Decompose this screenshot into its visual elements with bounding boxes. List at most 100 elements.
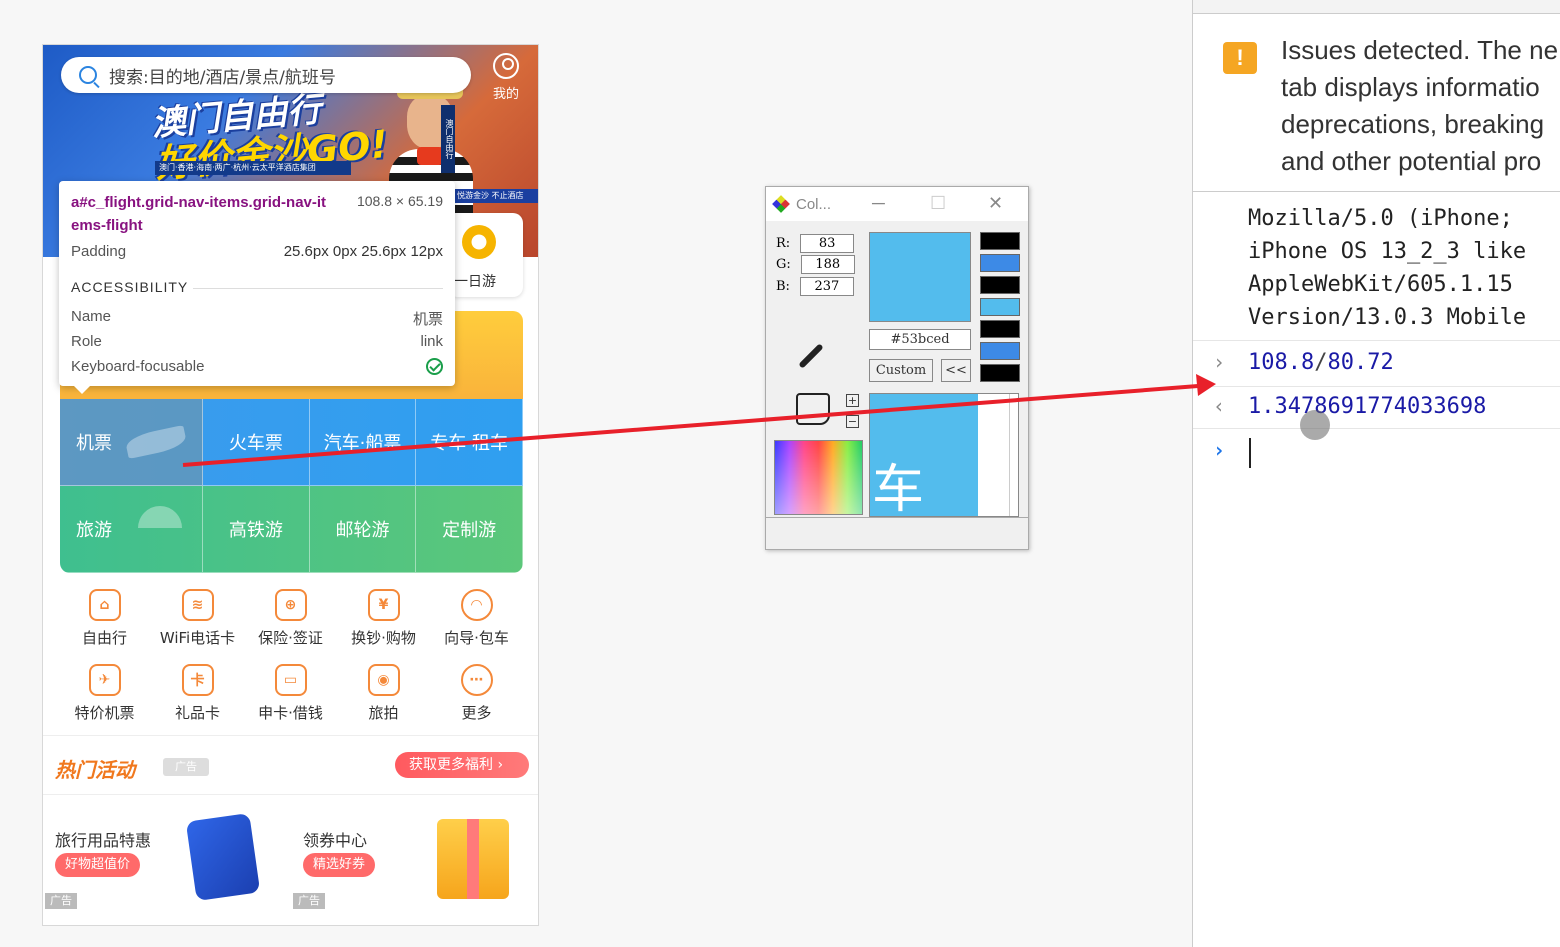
grid-nav-travel[interactable]: 旅游 <box>60 486 203 573</box>
red-input[interactable]: 83 <box>800 234 855 253</box>
sun-icon <box>462 225 496 259</box>
blue-field: B: 237 <box>776 277 854 296</box>
promo-card-coupons[interactable]: 领券中心 精选好券 广告 <box>291 797 538 917</box>
user-icon <box>493 53 519 79</box>
current-color-swatch <box>869 232 971 322</box>
collapse-button[interactable]: << <box>941 359 971 382</box>
window-title: Col... <box>796 195 832 213</box>
more-icon: ⋯ <box>460 664 493 696</box>
hex-input[interactable]: #53bced <box>869 329 971 350</box>
promo-cards: 旅行用品特惠 好物超值价 广告 领券中心 精选好券 广告 <box>43 797 538 917</box>
wifi-card-icon: ≋ <box>181 589 214 621</box>
prompt-icon: › <box>1213 438 1226 462</box>
shield-icon: ⊕ <box>274 589 307 621</box>
history-swatch[interactable] <box>980 254 1020 272</box>
search-placeholder: 搜索:目的地/酒店/景点/航班号 <box>109 67 336 88</box>
mine-button[interactable]: 我的 <box>483 53 529 102</box>
service-credit-loan[interactable]: ▭ 申卡·借钱 <box>244 664 337 723</box>
service-exchange-shopping[interactable]: ¥ 换钞·购物 <box>337 589 430 648</box>
grid-nav-custom-tour[interactable]: 定制游 <box>416 486 523 573</box>
gift-card-icon: 卡 <box>181 664 214 696</box>
accessibility-heading: ACCESSIBILITY <box>71 279 189 295</box>
console-toolbar <box>1193 0 1560 14</box>
zoom-in-icon[interactable]: + <box>846 394 859 407</box>
minimize-icon[interactable]: ─ <box>872 193 885 214</box>
day-tour-card[interactable]: 一日游 <box>448 213 523 297</box>
divider <box>1193 386 1560 387</box>
service-travel-photo[interactable]: ◉ 旅拍 <box>337 664 430 723</box>
grid-nav-train[interactable]: 火车票 <box>203 399 310 486</box>
divider <box>1193 428 1560 429</box>
umbrella-icon <box>138 506 182 528</box>
close-icon[interactable]: ✕ <box>988 193 1003 214</box>
banner-tag: 悦游金沙 不止酒店 <box>453 189 538 203</box>
element-dimensions: 108.8 × 65.19 <box>356 193 443 209</box>
app-logo-icon <box>772 195 790 213</box>
promo-card-travel-goods[interactable]: 旅行用品特惠 好物超值价 广告 <box>43 797 291 917</box>
history-swatch[interactable] <box>980 364 1020 382</box>
service-icons: ⌂ 自由行 ≋ WiFi电话卡 ⊕ 保险·签证 ¥ 换钞·购物 ◠ 向导·包车 ✈ 特价机票… <box>58 589 528 739</box>
service-free-travel[interactable]: ⌂ 自由行 <box>58 589 151 648</box>
history-swatch[interactable] <box>980 320 1020 338</box>
color-picker-titlebar[interactable]: Col... ─ ☐ ✕ <box>766 187 1028 221</box>
service-insurance-visa[interactable]: ⊕ 保险·签证 <box>244 589 337 648</box>
day-tour-label: 一日游 <box>454 274 496 290</box>
grid-nav-highspeed-tour[interactable]: 高铁游 <box>203 486 310 573</box>
service-wifi-card[interactable]: ≋ WiFi电话卡 <box>151 589 244 648</box>
status-bar <box>766 517 1028 549</box>
ad-badge: 广告 <box>163 758 209 776</box>
more-benefits-button[interactable]: 获取更多福利 › <box>395 752 529 778</box>
a11y-keyboard-row: Keyboard-focusable <box>71 358 443 375</box>
service-gift-card[interactable]: 卡礼品卡 <box>151 664 244 723</box>
gift-box-image <box>185 812 261 902</box>
credit-card-icon: ▭ <box>274 664 307 696</box>
green-field: G: 188 <box>776 255 855 274</box>
grid-nav-flight[interactable]: 机票 <box>60 399 203 486</box>
red-field: R: 83 <box>776 234 855 253</box>
chevron-left-icon: ‹ <box>1213 394 1226 418</box>
mobile-page-preview: 澳门自由行 好价金沙GO! 澳门·香港·海南·两广·杭州·云太平洋酒店集团 澳门… <box>42 44 539 926</box>
plane-icon: ✈ <box>88 664 121 696</box>
check-circle-icon <box>426 358 443 375</box>
service-more[interactable]: ⋯ 更多 <box>430 664 523 723</box>
history-swatch[interactable] <box>980 342 1020 360</box>
history-swatch[interactable] <box>980 276 1020 294</box>
hot-activities-title: 热门活动 <box>55 758 135 782</box>
service-guide-charter[interactable]: ◠ 向导·包车 <box>430 589 523 648</box>
divider <box>1193 340 1560 341</box>
gift-package-image <box>437 819 509 899</box>
banner-strip: 澳门·香港·海南·两广·杭州·云太平洋酒店集团 <box>155 161 351 175</box>
zoom-out-icon[interactable]: − <box>846 415 859 428</box>
grid-nav-car-rental[interactable]: 专车·租车 <box>416 399 523 486</box>
search-input[interactable]: 搜索:目的地/酒店/景点/航班号 <box>61 57 471 93</box>
eyedropper-icon[interactable] <box>796 339 826 369</box>
hot-activities-header: 热门活动 广告 获取更多福利 › <box>43 735 538 795</box>
issues-banner[interactable]: ! Issues detected. The ne tab displays i… <box>1193 14 1560 192</box>
issues-text: Issues detected. The ne tab displays inf… <box>1281 35 1559 176</box>
service-special-flights[interactable]: ✈ 特价机票 <box>58 664 151 723</box>
divider <box>193 288 443 289</box>
backpack-icon: ⌂ <box>88 589 121 621</box>
green-input[interactable]: 188 <box>800 255 855 274</box>
grid-nav-cruise[interactable]: 邮轮游 <box>309 486 417 573</box>
plane-icon <box>124 425 188 459</box>
grid-nav-bus-ship[interactable]: 汽车·船票 <box>309 399 417 486</box>
blue-input[interactable]: 237 <box>799 277 854 296</box>
history-swatch[interactable] <box>980 232 1020 250</box>
console-input[interactable] <box>1249 438 1251 468</box>
history-swatch[interactable] <box>980 298 1020 316</box>
color-palette[interactable] <box>774 440 863 515</box>
mouse-cursor <box>1300 410 1330 440</box>
guide-icon: ◠ <box>460 589 493 621</box>
magnifier-icon[interactable] <box>796 393 830 425</box>
maximize-icon[interactable]: ☐ <box>930 193 946 214</box>
padding-row: Padding 25.6px 0px 25.6px 12px <box>71 243 443 260</box>
custom-button[interactable]: Custom <box>869 359 933 382</box>
shopping-bag-icon: ¥ <box>367 589 400 621</box>
search-icon <box>79 66 97 84</box>
camera-icon: ◉ <box>367 664 400 696</box>
mine-label: 我的 <box>492 87 519 102</box>
color-picker-window: Col... ─ ☐ ✕ R: 83 G: 188 B: 237 #53bced… <box>765 186 1029 550</box>
devtools-console: ! Issues detected. The ne tab displays i… <box>1192 0 1560 947</box>
user-agent-output: Mozilla/5.0 (iPhone; iPhone OS 13_2_3 li… <box>1248 206 1527 330</box>
